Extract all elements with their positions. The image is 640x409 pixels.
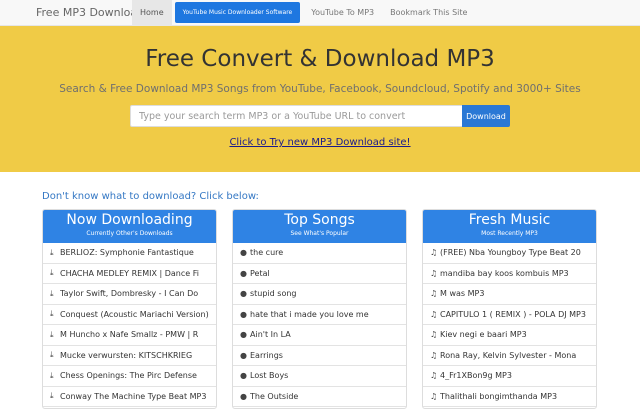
list-item[interactable]: ♫ (FREE) Nba Youngboy Type Beat 20 [423,243,596,264]
panel-header: Now Downloading Currently Other's Downlo… [43,210,216,243]
list-item[interactable]: ⤓ Taylor Swift, Dombresky - I Can Do [43,284,216,305]
list-item[interactable]: ⤓ Conquest (Acoustic Mariachi Version) [43,305,216,325]
panel-header: Fresh Music Most Recently MP3 [423,210,596,243]
globe-icon: ● [240,248,247,258]
list-item[interactable]: ⤓ M Huncho x Nafe Smallz - PMW | R [43,325,216,346]
panel-subtitle: Currently Other's Downloads [86,230,173,237]
list-item[interactable]: ♫ 4_Fr1XBon9g MP3 [423,366,596,387]
fresh-music-list: ♫ (FREE) Nba Youngboy Type Beat 20 ♫ mandi… [423,243,596,407]
list-item[interactable]: ⤓ BERLIOZ: Symphonie Fantastique [43,243,216,264]
list-item[interactable]: ⤓ Chess Openings: The Pirc Defense [43,366,216,387]
panel-title: Top Songs [284,212,355,228]
nav-home[interactable]: Home [132,0,172,26]
globe-icon: ● [240,391,247,401]
panel-title: Fresh Music [468,212,551,228]
search-form: Download [130,105,510,127]
globe-icon: ● [240,289,247,299]
list-item[interactable]: ● The Outside [233,387,406,407]
list-item[interactable]: ♫ CAPITULO 1 ( REMIX ) - POLA DJ MP3 [423,305,596,325]
globe-icon: ● [240,350,247,360]
globe-icon: ● [240,371,247,381]
download-icon: ⤓ [50,370,54,380]
panel-now-downloading: Now Downloading Currently Other's Downlo… [42,209,217,409]
list-item[interactable]: ● Earrings [233,346,406,366]
list-item[interactable]: ♫ mandiba bay koos kombuis MP3 [423,264,596,284]
list-item[interactable]: ● stupid song [233,284,406,305]
nav-youtube-music-downloader[interactable]: YouTube Music Downloader Software [174,2,301,23]
panel-header: Top Songs See What's Popular [233,210,406,243]
hero-title: Free Convert & Download MP3 [145,46,495,72]
download-icon: ⤓ [50,268,54,278]
music-note-icon: ♫ [430,309,438,319]
download-list: ⤓ BERLIOZ: Symphonie Fantastique ⤓ CHACHA … [43,243,216,407]
music-note-icon: ♫ [430,350,438,360]
music-note-icon: ♫ [430,330,438,340]
try-new-site-link[interactable]: Click to Try new MP3 Download site! [0,137,640,148]
list-item[interactable]: ⤓ CHACHA MEDLEY REMIX | Dance Fi [43,264,216,284]
list-item[interactable]: ♫ Rona Ray, Kelvin Sylvester - Mona [423,346,596,366]
list-item[interactable]: ● the cure [233,243,406,264]
list-item[interactable]: ● Lost Boys [233,366,406,387]
panel-title: Now Downloading [66,212,193,228]
panel-top-songs: Top Songs See What's Popular ● the cure ●… [232,209,407,409]
list-item[interactable]: ⤓ Conway The Machine Type Beat MP3 [43,387,216,407]
download-button[interactable]: Download [462,105,510,127]
download-icon: ⤓ [50,329,54,339]
list-item[interactable]: ⤓ Mucke verwursten: KITSCHKRIEG [43,346,216,366]
globe-icon: ● [240,268,247,278]
hero-subtitle: Search & Free Download MP3 Songs from Yo… [59,83,581,95]
music-note-icon: ♫ [430,248,438,258]
nav-youtube-to-mp3[interactable]: YouTube To MP3 [303,0,382,26]
music-note-icon: ♫ [430,371,438,381]
top-songs-list: ● the cure ● Petal ● stupid song ● hate that… [233,243,406,407]
download-icon: ⤓ [50,247,54,257]
list-item[interactable]: ♫ M was MP3 [423,284,596,305]
panel-fresh-music: Fresh Music Most Recently MP3 ♫ (FREE) Nb… [422,209,597,409]
panel-subtitle: See What's Popular [290,230,349,237]
nav-bookmark[interactable]: Bookmark This Site [382,0,475,26]
panel-subtitle: Most Recently MP3 [481,230,538,237]
brand-logo-text[interactable]: Free MP3 Download [0,6,144,19]
list-item[interactable]: ● Ain't In LA [233,325,406,346]
search-input[interactable] [130,105,462,127]
list-item[interactable]: ● hate that i made you love me [233,305,406,325]
hint-text: Don't know what to download? Click below… [42,191,259,202]
list-item[interactable]: ♫ Kiev negi e baari MP3 [423,325,596,346]
download-icon: ⤓ [50,309,54,319]
list-item[interactable]: ● Petal [233,264,406,284]
music-note-icon: ♫ [430,391,438,401]
music-note-icon: ♫ [430,268,438,278]
hero-section: Free Convert & Download MP3 Search & Fre… [0,26,640,172]
music-note-icon: ♫ [430,289,438,299]
globe-icon: ● [240,309,247,319]
list-item[interactable]: ♫ Thalithali bongimthanda MP3 [423,387,596,407]
download-icon: ⤓ [50,288,54,298]
globe-icon: ● [240,330,247,340]
download-icon: ⤓ [50,350,54,360]
top-navbar: Free MP3 Download Home YouTube Music Dow… [0,0,640,26]
